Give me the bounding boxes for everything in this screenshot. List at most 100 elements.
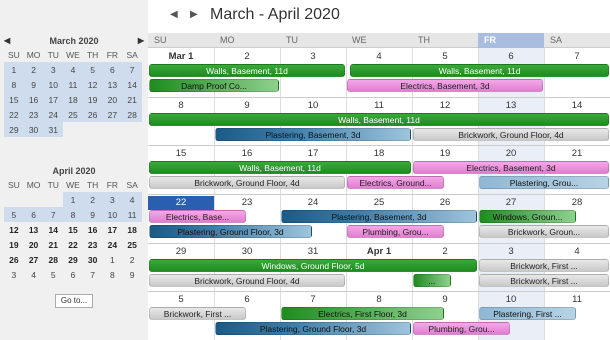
next-arrow-icon[interactable]: ▶	[190, 9, 198, 20]
mini-day[interactable]: 25	[122, 237, 142, 252]
mini-day[interactable]: 26	[4, 252, 24, 267]
day-number[interactable]: 5	[412, 50, 478, 64]
mini-day[interactable]: 1	[63, 192, 83, 207]
mini-day[interactable]: 6	[102, 62, 123, 77]
day-number[interactable]: 26	[412, 196, 478, 210]
mini-day[interactable]: 9	[82, 207, 103, 222]
day-number[interactable]: 11	[544, 293, 610, 307]
mini-day[interactable]: 1	[4, 62, 24, 77]
day-number[interactable]: 16	[214, 147, 280, 161]
event-bar[interactable]: Damp Proof Co...	[149, 79, 279, 92]
day-number[interactable]: 9	[214, 99, 280, 113]
event-bar[interactable]: ...	[413, 273, 451, 287]
day-number[interactable]: 7	[280, 293, 346, 307]
mini-day[interactable]: 22	[63, 237, 83, 252]
day-number[interactable]: 13	[478, 99, 544, 113]
event-bar[interactable]: Plastering, Ground Floor, 3d	[215, 322, 411, 336]
day-number[interactable]: 4	[346, 50, 412, 64]
day-number[interactable]: 8	[346, 293, 412, 307]
event-bar[interactable]: Plastering, First ...	[479, 307, 576, 321]
day-number[interactable]: 12	[412, 99, 478, 113]
mini-day[interactable]: 11	[63, 77, 83, 92]
mini-day[interactable]: 23	[83, 237, 103, 252]
event-bar[interactable]: Electrics, Basement, 3d	[413, 161, 609, 175]
mini-day[interactable]: 9	[122, 267, 142, 282]
mini-day[interactable]: 18	[63, 92, 83, 107]
event-bar[interactable]: Electrics, Base...	[149, 210, 246, 223]
event-bar[interactable]: Plastering, Ground Floor, 3d	[149, 225, 312, 238]
day-number[interactable]: 24	[280, 196, 346, 210]
day-number[interactable]: 18	[346, 147, 412, 161]
mini-day[interactable]: 12	[82, 77, 103, 92]
mini-day[interactable]: 24	[43, 107, 64, 122]
mini-day[interactable]: 15	[63, 222, 83, 237]
mini-day[interactable]: 17	[43, 92, 64, 107]
mini-day[interactable]: 30	[23, 122, 44, 137]
mini-day[interactable]: 5	[43, 267, 63, 282]
day-number[interactable]: 3	[478, 245, 544, 259]
mini-day[interactable]: 29	[4, 122, 24, 137]
mini-day[interactable]: 26	[82, 107, 103, 122]
mini-day[interactable]: 2	[23, 62, 44, 77]
mini-day[interactable]	[122, 122, 142, 137]
event-bar[interactable]: Walls, Basement, 11d	[149, 64, 345, 77]
day-number[interactable]: 25	[346, 196, 412, 210]
event-bar[interactable]: Brickwork, Ground Floor, 4d	[149, 176, 345, 190]
event-bar[interactable]: Plastering, Grou...	[479, 176, 609, 190]
day-number[interactable]: 10	[478, 293, 544, 307]
mini-day[interactable]	[24, 192, 44, 207]
mini-day[interactable]: 16	[83, 222, 103, 237]
event-bar[interactable]: Brickwork, First ...	[479, 258, 609, 272]
mini-day[interactable]: 14	[122, 77, 142, 92]
prev-arrow-icon[interactable]: ◀	[170, 9, 178, 20]
day-number[interactable]: 22	[148, 196, 214, 210]
mini-day[interactable]: 18	[122, 222, 142, 237]
day-number[interactable]: 29	[148, 245, 214, 259]
day-number[interactable]: 20	[478, 147, 544, 161]
mini-next-icon[interactable]: ▶	[138, 34, 144, 48]
mini-day[interactable]: 4	[63, 62, 83, 77]
mini-day[interactable]: 3	[102, 192, 123, 207]
event-bar[interactable]: Brickwork, First ...	[149, 307, 246, 321]
event-bar[interactable]: Electrics, First Floor, 3d	[281, 307, 444, 321]
event-bar[interactable]: Brickwork, Ground Floor, 4d	[413, 127, 609, 141]
event-bar[interactable]: Electrics, Ground...	[347, 176, 444, 190]
mini-day[interactable]: 19	[4, 237, 24, 252]
mini-day[interactable]: 5	[4, 207, 24, 222]
mini-day[interactable]: 30	[83, 252, 103, 267]
mini-day[interactable]: 7	[122, 62, 142, 77]
mini-day[interactable]: 24	[103, 237, 123, 252]
mini-day[interactable]	[83, 122, 103, 137]
mini-day[interactable]: 6	[23, 207, 44, 222]
mini-day[interactable]: 16	[23, 92, 44, 107]
goto-button[interactable]: Go to...	[55, 294, 93, 308]
mini-day[interactable]: 23	[23, 107, 44, 122]
mini-day[interactable]: 8	[103, 267, 123, 282]
mini-day[interactable]: 15	[4, 92, 24, 107]
mini-day[interactable]: 7	[83, 267, 103, 282]
event-bar[interactable]: Windows, Groun...	[479, 210, 576, 223]
day-number[interactable]: 30	[214, 245, 280, 259]
mini-day[interactable]: 28	[122, 107, 142, 122]
mini-day[interactable]: 12	[4, 222, 24, 237]
day-number[interactable]: 2	[412, 245, 478, 259]
day-number[interactable]: 2	[214, 50, 280, 64]
event-bar[interactable]: Brickwork, Groun...	[479, 225, 609, 238]
mini-day[interactable]: 25	[63, 107, 83, 122]
day-number[interactable]: 4	[544, 245, 610, 259]
mini-day[interactable]	[43, 192, 63, 207]
event-bar[interactable]: Plastering, Basement, 3d	[281, 210, 477, 223]
day-number[interactable]: 17	[280, 147, 346, 161]
mini-day[interactable]: 10	[102, 207, 123, 222]
day-number[interactable]: 28	[544, 196, 610, 210]
mini-day[interactable]: 11	[122, 207, 142, 222]
mini-day[interactable]: 3	[43, 62, 64, 77]
event-bar[interactable]: Walls, Basement, 11d	[149, 112, 609, 126]
event-bar[interactable]: Plumbing, Grou...	[413, 322, 510, 336]
day-number[interactable]: 19	[412, 147, 478, 161]
mini-day[interactable]: 6	[63, 267, 83, 282]
mini-day[interactable]: 28	[43, 252, 63, 267]
mini-prev-icon[interactable]: ◀	[4, 34, 10, 48]
day-number[interactable]: 9	[412, 293, 478, 307]
event-bar[interactable]: Plastering, Basement, 3d	[215, 127, 411, 141]
